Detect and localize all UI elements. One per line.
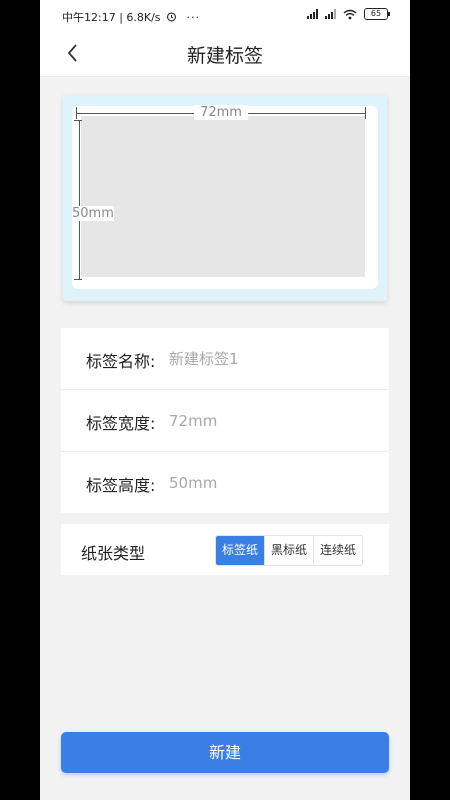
- signal-icon: [307, 9, 318, 19]
- wifi-icon: [343, 9, 357, 19]
- status-bar: 中午12:17 | 6.8K/s ··· 65: [40, 0, 410, 30]
- status-left: 中午12:17 | 6.8K/s ···: [62, 9, 200, 25]
- status-more-dots: ···: [186, 11, 201, 24]
- page-title: 新建标签: [186, 45, 263, 67]
- height-dimension-label: 50mm: [72, 206, 114, 221]
- name-label: 标签名称:: [86, 352, 156, 371]
- width-dimension: 72mm: [76, 105, 366, 120]
- status-right: 65: [307, 8, 390, 20]
- phone-screen: 中午12:17 | 6.8K/s ··· 65 新建标签 72mm 50mm 标…: [40, 0, 410, 800]
- width-label: 标签宽度:: [86, 414, 156, 433]
- create-button[interactable]: 新建: [61, 732, 389, 773]
- status-time: 中午12:17 | 6.8K/s: [62, 11, 161, 24]
- name-row: 标签名称:: [61, 328, 389, 390]
- width-row: 标签宽度:: [61, 390, 389, 452]
- paper-type-selector: 标签纸 黑标纸 连续纸: [215, 535, 364, 566]
- width-dimension-label: 72mm: [194, 105, 248, 120]
- battery-icon: 65: [364, 8, 390, 20]
- width-input[interactable]: [167, 405, 371, 437]
- height-input[interactable]: [167, 467, 371, 499]
- signal-icon-2: [325, 9, 336, 19]
- label-form: 标签名称: 标签宽度: 标签高度:: [61, 328, 389, 513]
- label-preview: 72mm 50mm: [63, 95, 387, 301]
- label-paper: 72mm 50mm: [72, 105, 378, 289]
- top-header: 新建标签: [40, 30, 410, 77]
- alarm-icon: [167, 12, 177, 22]
- paper-type-label: 纸张类型: [81, 544, 146, 563]
- height-dimension: 50mm: [72, 120, 114, 280]
- height-label: 标签高度:: [86, 476, 156, 495]
- paper-option-label[interactable]: 标签纸: [216, 536, 265, 565]
- paper-type-row: 纸张类型 标签纸 黑标纸 连续纸: [61, 524, 389, 575]
- label-print-area: [81, 116, 365, 277]
- paper-option-continuous[interactable]: 连续纸: [313, 536, 363, 565]
- height-row: 标签高度:: [61, 452, 389, 513]
- paper-option-black-mark[interactable]: 黑标纸: [264, 536, 314, 565]
- name-input[interactable]: [167, 343, 371, 375]
